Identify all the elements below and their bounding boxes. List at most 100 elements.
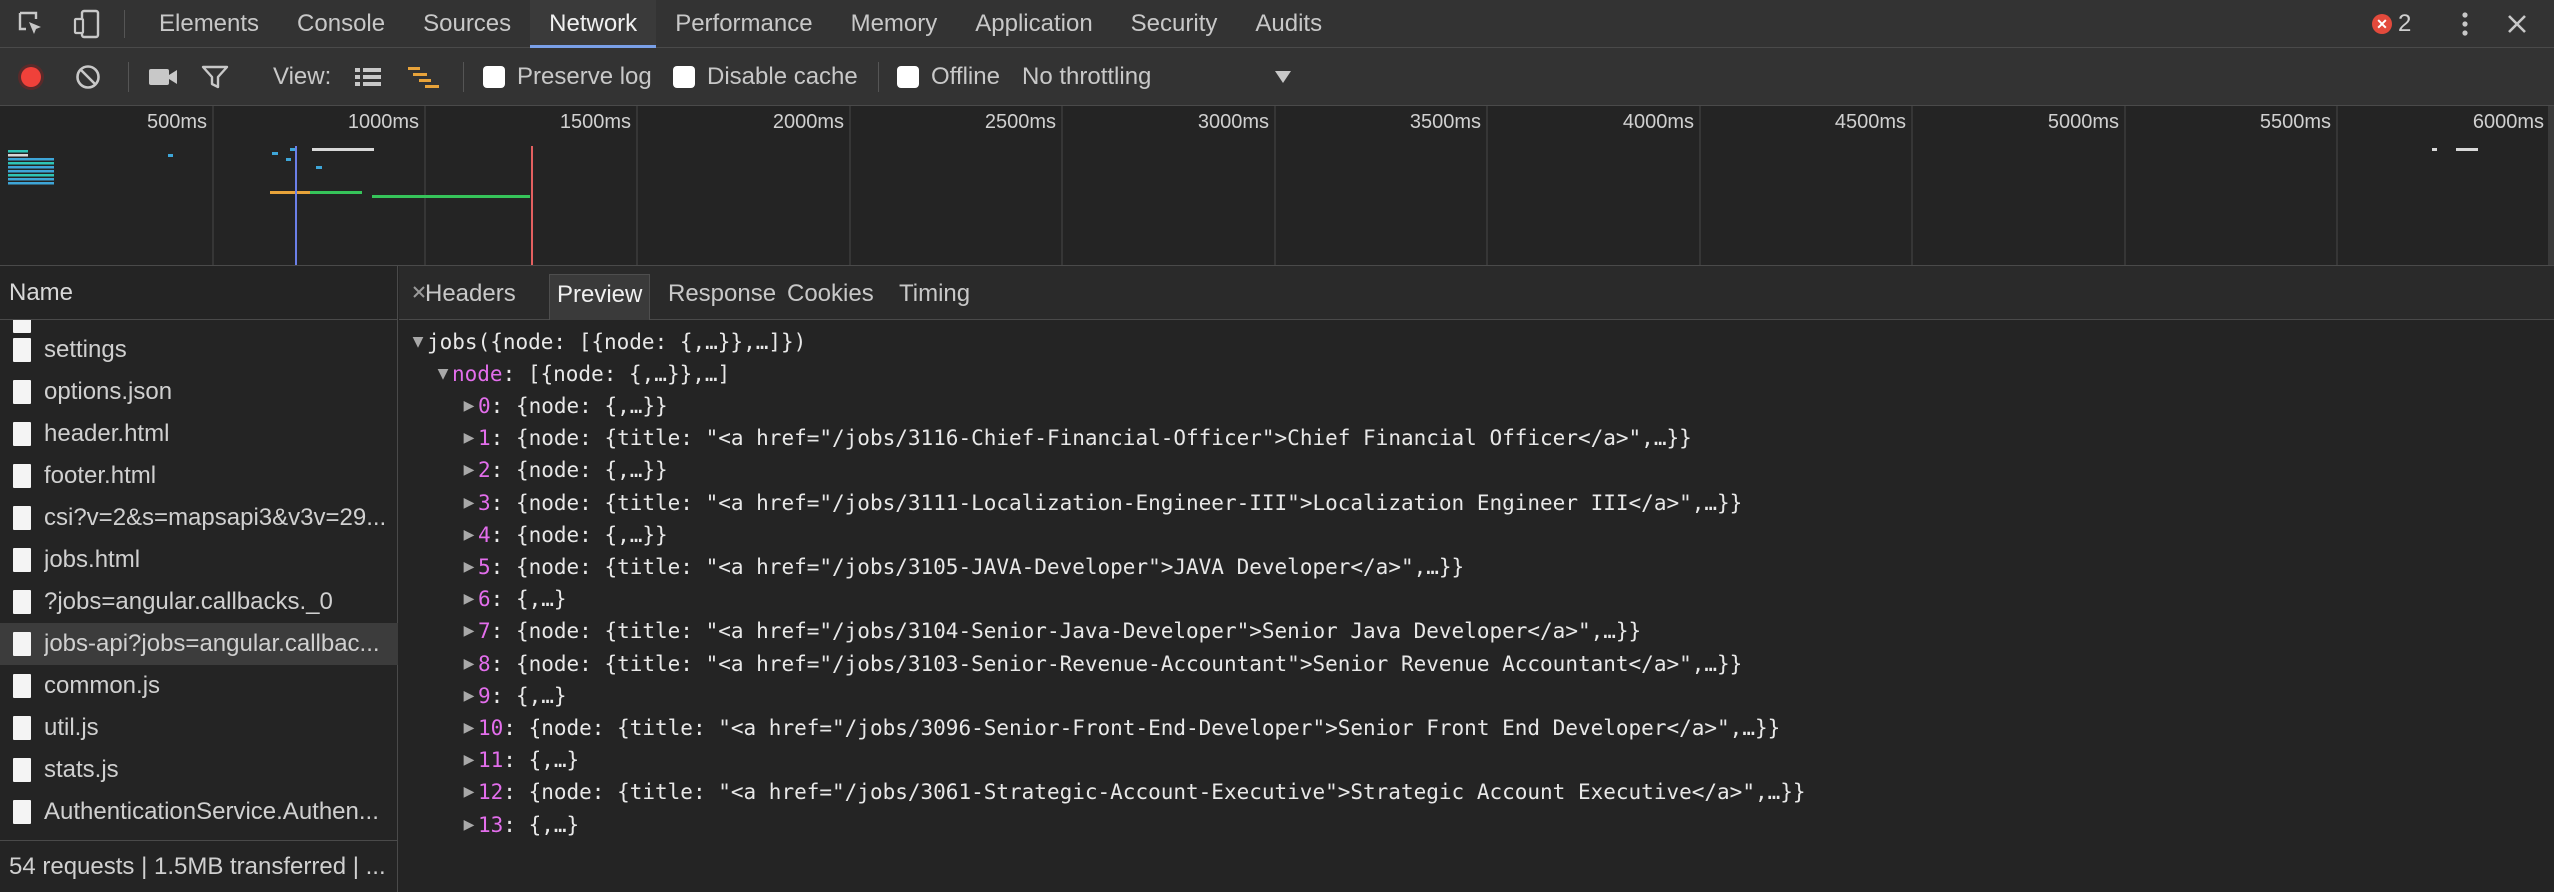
request-row[interactable]: settings [0,329,398,371]
collapsed-triangle-icon[interactable]: ▶ [460,454,478,486]
time-tick-label: 500ms [147,111,207,133]
panel-tabs: Elements Console Sources Network Performance… [140,0,1341,48]
disable-cache-checkbox[interactable]: Disable cache [673,48,858,106]
collapsed-triangle-icon[interactable]: ▶ [460,422,478,454]
item-index: 4 [478,522,491,547]
collapsed-triangle-icon[interactable]: ▶ [460,519,478,551]
preview-array-item[interactable]: ▶ 3: {node: {title: "<a href="/jobs/3111-… [460,487,1743,519]
request-bar [286,158,291,161]
device-toolbar-icon[interactable] [70,8,104,40]
request-row[interactable]: util.js [0,707,398,749]
offline-checkbox[interactable]: Offline [897,48,1000,106]
large-rows-button[interactable] [353,48,383,106]
request-row[interactable]: csi?v=2&s=mapsapi3&v3v=29... [0,497,398,539]
throttling-select[interactable]: No throttling [1022,48,1297,106]
tab-console[interactable]: Console [278,0,404,48]
waterfall-view-button[interactable] [407,48,441,106]
checkbox-box[interactable] [897,66,919,88]
request-row[interactable]: stats.js [0,749,398,791]
tab-network[interactable]: Network [530,0,657,48]
time-tick-label: 5000ms [2048,111,2119,133]
detail-tab-preview[interactable]: Preview [549,274,651,320]
request-bar [8,166,54,169]
request-detail-panel: Headers Preview Response Cookies Timing ▼ jo… [399,266,2554,892]
file-icon [13,548,31,572]
item-value: : {,…} [503,812,580,837]
collapsed-triangle-icon[interactable]: ▶ [460,744,478,776]
tab-memory[interactable]: Memory [832,0,957,48]
request-row[interactable]: AuthenticationService.Authen... [0,791,398,833]
preview-array-item[interactable]: ▶ 8: {node: {title: "<a href="/jobs/3103-… [460,648,1743,680]
item-index: 6 [478,587,491,612]
preview-array-item[interactable]: ▶ 7: {node: {title: "<a href="/jobs/3104-… [460,615,1642,647]
collapsed-triangle-icon[interactable]: ▶ [460,583,478,615]
tab-audits[interactable]: Audits [1236,0,1341,48]
request-row[interactable]: jobs-api?jobs=angular.callbac... [0,623,398,665]
capture-screenshots-button[interactable] [147,48,179,106]
request-row[interactable]: common.js [0,665,398,707]
preview-array-item[interactable]: ▶ 1: {node: {title: "<a href="/jobs/3116-… [460,422,1692,454]
more-options-icon[interactable] [2448,8,2482,40]
request-name: common.js [44,672,161,699]
collapsed-triangle-icon[interactable]: ▶ [460,551,478,583]
collapsed-triangle-icon[interactable]: ▶ [460,615,478,647]
item-index: 10 [478,716,504,740]
time-tick-label: 4500ms [1835,111,1906,133]
collapsed-triangle-icon[interactable]: ▶ [460,487,478,519]
filter-button[interactable] [200,48,230,106]
preview-root-line[interactable]: ▼ jobs({node: [{node: {,…}},…]}) [409,326,807,358]
preview-node-line[interactable]: ▼ node: [{node: {,…}},…] [434,358,731,390]
request-row[interactable]: options.json [0,371,398,413]
tab-application[interactable]: Application [956,0,1111,48]
request-row[interactable]: jobs.html [0,539,398,581]
tab-security[interactable]: Security [1112,0,1237,48]
clear-button[interactable] [74,48,102,106]
request-row[interactable]: ?jobs=angular.callbacks._0 [0,581,398,623]
collapsed-triangle-icon[interactable]: ▶ [460,712,478,744]
item-index: 2 [478,458,491,483]
preview-array-item[interactable]: ▶ 6: {,…} [460,583,567,615]
tab-sources[interactable]: Sources [404,0,530,48]
tab-performance[interactable]: Performance [656,0,831,48]
detail-tab-headers[interactable]: Headers [418,274,523,320]
preview-array-item[interactable]: ▶ 11: {,…} [460,744,580,776]
preview-array-item[interactable]: ▶ 12: {node: {title: "<a href="/jobs/3061… [460,776,1806,808]
error-counter[interactable]: ✕ 2 [2372,8,2411,40]
checkbox-box[interactable] [673,66,695,88]
request-row[interactable]: header.html [0,413,398,455]
collapsed-triangle-icon[interactable]: ▶ [460,680,478,712]
preview-array-item[interactable]: ▶ 5: {node: {title: "<a href="/jobs/3105-… [460,551,1465,583]
preserve-log-checkbox[interactable]: Preserve log [483,48,652,106]
collapsed-triangle-icon[interactable]: ▶ [460,390,478,422]
detail-tab-cookies[interactable]: Cookies [780,274,881,320]
preview-array-item[interactable]: ▶ 4: {node: {,…}} [460,519,668,551]
item-value: : {node: {,…}} [490,394,668,418]
detail-tab-timing[interactable]: Timing [892,274,977,320]
item-value: : {,…} [490,683,567,708]
item-value: : {node: {title: "<a href="/jobs/3096-Se… [503,716,1781,740]
preview-array-item[interactable]: ▶ 0: {node: {,…}} [460,390,668,422]
network-overview-timeline[interactable]: 500ms 1000ms 1500ms 2000ms 2500ms 3000ms 3500m… [0,106,2554,266]
collapsed-triangle-icon[interactable]: ▶ [460,776,478,808]
expanded-triangle-icon[interactable]: ▼ [434,358,452,390]
detail-tab-response[interactable]: Response [661,274,783,320]
close-devtools-icon[interactable] [2500,8,2534,40]
preview-array-item[interactable]: ▶ 2: {node: {,…}} [460,454,668,486]
tab-elements[interactable]: Elements [140,0,278,48]
expanded-triangle-icon[interactable]: ▼ [409,326,427,358]
time-tick-label: 4000ms [1623,111,1694,133]
preview-array-item[interactable]: ▶ 13: {,…} [460,809,580,841]
checkbox-box[interactable] [483,66,505,88]
inspect-element-icon[interactable] [14,8,48,40]
preview-array-item[interactable]: ▶ 10: {node: {title: "<a href="/jobs/3096… [460,712,1781,744]
preview-array-item[interactable]: ▶ 9: {,…} [460,680,567,712]
waterfall-icon [408,67,439,88]
record-button[interactable] [16,48,46,106]
item-value: : {,…} [490,587,567,612]
request-row[interactable]: footer.html [0,455,398,497]
item-index: 7 [478,619,491,644]
request-bar [372,195,530,198]
name-column-header[interactable]: Name [0,266,398,320]
collapsed-triangle-icon[interactable]: ▶ [460,809,478,841]
collapsed-triangle-icon[interactable]: ▶ [460,648,478,680]
